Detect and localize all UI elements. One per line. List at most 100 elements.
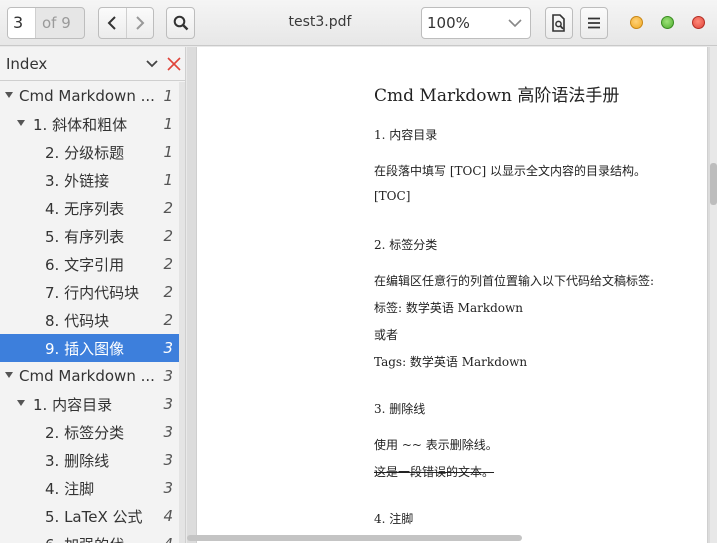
search-icon bbox=[173, 15, 188, 31]
chevron-down-icon bbox=[500, 18, 530, 28]
index-item-page: 3 bbox=[163, 339, 173, 357]
menu-button[interactable] bbox=[580, 7, 608, 39]
index-item-page: 4 bbox=[163, 535, 173, 543]
index-item[interactable]: 7. 行内代码块 2 bbox=[0, 278, 179, 306]
current-page-input[interactable]: 3 bbox=[8, 8, 36, 38]
close-sidebar-button[interactable] bbox=[162, 56, 185, 72]
previous-page-button[interactable] bbox=[99, 8, 126, 38]
index-item[interactable]: 1. 斜体和粗体 1 bbox=[0, 110, 179, 138]
index-item-label: 5. 有序列表 bbox=[45, 227, 125, 246]
index-item[interactable]: 6. 加强的代... 4 bbox=[0, 530, 179, 543]
index-item[interactable]: 3. 外链接 1 bbox=[0, 166, 179, 194]
index-item[interactable]: 8. 代码块 2 bbox=[0, 306, 179, 334]
section-heading: 2. 标签分类 bbox=[374, 238, 438, 252]
index-item-page: 3 bbox=[163, 395, 173, 413]
index-item[interactable]: Cmd Markdown ... 1 bbox=[0, 82, 179, 110]
index-item-label: 3. 删除线 bbox=[45, 451, 110, 470]
document-view[interactable]: Cmd Markdown 高阶语法手册 1. 内容目录 在段落中填写 [TOC]… bbox=[187, 47, 717, 543]
sidebar-index: Index Cmd Markdown ... 1 1. 斜体和粗体 1 2. 分级标题 1… bbox=[0, 47, 186, 543]
chevron-right-icon bbox=[136, 16, 145, 30]
section-heading: 4. 注脚 bbox=[374, 512, 414, 526]
index-item-label: 4. 无序列表 bbox=[45, 199, 125, 218]
index-item-page: 4 bbox=[163, 507, 173, 525]
index-item-label: Cmd Markdown ... bbox=[19, 87, 155, 105]
chevron-down-icon[interactable] bbox=[142, 59, 162, 68]
index-item[interactable]: 4. 无序列表 2 bbox=[0, 194, 179, 222]
index-item-page: 2 bbox=[163, 255, 173, 273]
document-title: test3.pdf bbox=[288, 14, 352, 30]
index-item[interactable]: 2. 分级标题 1 bbox=[0, 138, 179, 166]
index-item-page: 1 bbox=[163, 87, 173, 105]
index-item-label: 2. 分级标题 bbox=[45, 143, 125, 162]
index-item[interactable]: 2. 标签分类 3 bbox=[0, 418, 179, 446]
expand-triangle-icon[interactable] bbox=[17, 120, 25, 126]
index-item-label: 8. 代码块 bbox=[45, 311, 110, 330]
scrollbar-thumb[interactable] bbox=[710, 163, 717, 205]
index-item-label: 3. 外链接 bbox=[45, 171, 110, 190]
chevron-left-icon bbox=[107, 16, 116, 30]
index-item-label: 5. LaTeX 公式 bbox=[45, 507, 143, 526]
minimize-window-button[interactable] bbox=[630, 16, 643, 29]
close-window-button[interactable] bbox=[692, 16, 705, 29]
paragraph: 在编辑区任意行的列首位置输入以下代码给文稿标签: bbox=[374, 274, 655, 288]
index-item-page: 2 bbox=[163, 311, 173, 329]
index-item[interactable]: 1. 内容目录 3 bbox=[0, 390, 179, 418]
document-vertical-scrollbar[interactable] bbox=[710, 47, 717, 543]
index-item-page: 1 bbox=[163, 115, 173, 133]
index-item[interactable]: 3. 删除线 3 bbox=[0, 446, 179, 474]
paragraph: 标签: 数学英语 Markdown bbox=[374, 301, 524, 315]
index-item-page: 3 bbox=[163, 423, 173, 441]
toolbar: 3 of 9 test3.pdf 100% bbox=[0, 0, 717, 46]
index-item-label: 6. 加强的代... bbox=[0, 534, 138, 543]
strikethrough-text: 这是一段错误的文本。 bbox=[374, 465, 495, 479]
index-item[interactable]: 6. 文字引用 2 bbox=[0, 250, 179, 278]
expand-triangle-icon[interactable] bbox=[5, 92, 13, 98]
close-icon bbox=[167, 56, 181, 71]
next-page-button[interactable] bbox=[125, 8, 154, 38]
index-item[interactable]: 9. 插入图像 3 bbox=[0, 334, 179, 362]
page-total-label: of 9 bbox=[42, 14, 71, 32]
maximize-window-button[interactable] bbox=[661, 16, 674, 29]
document-search-icon bbox=[552, 14, 565, 32]
paragraph: 或者 bbox=[374, 328, 399, 342]
index-item-page: 2 bbox=[163, 283, 173, 301]
index-item-page: 1 bbox=[163, 171, 173, 189]
index-item-label: 9. 插入图像 bbox=[45, 339, 125, 358]
document-horizontal-scrollbar[interactable] bbox=[187, 535, 522, 541]
zoom-select[interactable]: 100% bbox=[421, 7, 531, 39]
index-item-page: 3 bbox=[163, 451, 173, 469]
search-button[interactable] bbox=[166, 7, 195, 39]
index-item[interactable]: Cmd Markdown ... 3 bbox=[0, 362, 179, 390]
index-item-page: 3 bbox=[163, 479, 173, 497]
section-heading: 3. 删除线 bbox=[374, 402, 426, 416]
zoom-value: 100% bbox=[427, 14, 470, 32]
index-item-page: 1 bbox=[163, 143, 173, 161]
index-item-label: 6. 文字引用 bbox=[45, 255, 125, 274]
page-number-field[interactable]: 3 of 9 bbox=[7, 7, 85, 39]
section-heading: 1. 内容目录 bbox=[374, 128, 438, 142]
index-item[interactable]: 5. 有序列表 2 bbox=[0, 222, 179, 250]
index-item[interactable]: 4. 注脚 3 bbox=[0, 474, 179, 502]
sidebar-header: Index bbox=[0, 47, 185, 81]
index-item-label: 2. 标签分类 bbox=[45, 423, 125, 442]
expand-triangle-icon[interactable] bbox=[5, 372, 13, 378]
index-item-label: 4. 注脚 bbox=[45, 479, 95, 498]
pdf-page: Cmd Markdown 高阶语法手册 1. 内容目录 在段落中填写 [TOC]… bbox=[196, 47, 708, 543]
index-item-label: 7. 行内代码块 bbox=[45, 283, 140, 302]
index-tree: Cmd Markdown ... 1 1. 斜体和粗体 1 2. 分级标题 1 3. 外链接… bbox=[0, 82, 179, 543]
paragraph: 使用 ~~ 表示删除线。 bbox=[374, 438, 498, 452]
document-properties-button[interactable] bbox=[545, 7, 573, 39]
expand-triangle-icon[interactable] bbox=[17, 400, 25, 406]
index-item-page: 2 bbox=[163, 199, 173, 217]
hamburger-menu-icon bbox=[588, 17, 600, 29]
page-title: Cmd Markdown 高阶语法手册 bbox=[374, 86, 620, 106]
sidebar-mode-select[interactable]: Index bbox=[0, 55, 142, 73]
index-item[interactable]: 5. LaTeX 公式 4 bbox=[0, 502, 179, 530]
paragraph: Tags: 数学英语 Markdown bbox=[374, 355, 528, 369]
index-item-page: 3 bbox=[163, 367, 173, 385]
page-nav-group bbox=[98, 7, 154, 39]
sidebar-scrollbar[interactable] bbox=[179, 82, 185, 543]
paragraph: [TOC] bbox=[374, 189, 411, 203]
paragraph: 在段落中填写 [TOC] 以显示全文内容的目录结构。 bbox=[374, 164, 647, 178]
index-item-page: 2 bbox=[163, 227, 173, 245]
